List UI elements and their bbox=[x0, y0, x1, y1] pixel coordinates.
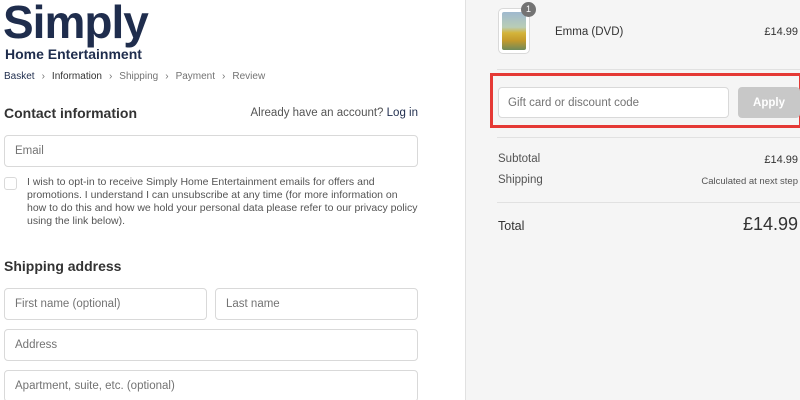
address-field[interactable] bbox=[5, 330, 417, 360]
breadcrumb: Basket › Information › Shipping › Paymen… bbox=[4, 71, 265, 82]
shipping-value: Calculated at next step bbox=[701, 176, 798, 187]
product-image bbox=[502, 12, 526, 50]
address-field-wrapper bbox=[4, 329, 418, 361]
apply-button[interactable]: Apply bbox=[738, 87, 800, 118]
email-field-wrapper bbox=[4, 135, 418, 167]
chevron-right-icon: › bbox=[108, 71, 113, 82]
optin-checkbox[interactable] bbox=[4, 177, 17, 190]
chevron-right-icon: › bbox=[165, 71, 169, 82]
shipping-address-title: Shipping address bbox=[4, 258, 122, 274]
optin-row: I wish to opt-in to receive Simply Home … bbox=[4, 176, 418, 228]
breadcrumb-payment: Payment bbox=[175, 71, 216, 82]
breadcrumb-shipping: Shipping bbox=[119, 71, 159, 82]
apartment-field[interactable] bbox=[5, 371, 417, 400]
shipping-label: Shipping bbox=[498, 174, 543, 186]
chevron-right-icon: › bbox=[41, 71, 45, 82]
first-name-field-wrapper bbox=[4, 288, 207, 320]
subtotal-label: Subtotal bbox=[498, 153, 541, 165]
chevron-right-icon: › bbox=[222, 71, 226, 82]
product-thumbnail: 1 bbox=[498, 2, 536, 54]
checkout-form-panel: Simply Home Entertainment Basket › Infor… bbox=[0, 0, 465, 400]
total-label: Total bbox=[498, 219, 525, 233]
last-name-field[interactable] bbox=[216, 289, 417, 319]
breadcrumb-review: Review bbox=[232, 71, 266, 82]
login-prompt-text: Already have an account? bbox=[250, 107, 384, 119]
discount-code-input[interactable] bbox=[499, 88, 728, 117]
contact-information-title: Contact information bbox=[4, 105, 137, 121]
login-prompt: Already have an account? Log in bbox=[250, 107, 418, 119]
total-value: £14.99 bbox=[742, 214, 798, 234]
subtotal-value: £14.99 bbox=[764, 154, 798, 166]
discount-field-wrapper bbox=[498, 87, 729, 118]
order-summary-panel: 1 Emma (DVD) £14.99 Apply Subtotal £14.9… bbox=[465, 0, 800, 400]
brand-subtitle: Home Entertainment bbox=[5, 46, 142, 62]
brand-logo[interactable]: Simply bbox=[3, 0, 149, 50]
breadcrumb-information: Information bbox=[51, 71, 102, 82]
email-field[interactable] bbox=[5, 136, 417, 166]
breadcrumb-basket[interactable]: Basket bbox=[4, 71, 35, 82]
product-price: £14.99 bbox=[764, 26, 798, 38]
divider bbox=[497, 202, 800, 203]
optin-label: I wish to opt-in to receive Simply Home … bbox=[27, 176, 418, 227]
apartment-field-wrapper bbox=[4, 370, 418, 400]
product-name: Emma (DVD) bbox=[555, 26, 624, 38]
first-name-field[interactable] bbox=[5, 289, 206, 319]
login-link[interactable]: Log in bbox=[387, 107, 418, 119]
divider bbox=[497, 69, 800, 70]
last-name-field-wrapper bbox=[215, 288, 418, 320]
quantity-badge: 1 bbox=[521, 2, 536, 17]
divider bbox=[497, 137, 800, 138]
